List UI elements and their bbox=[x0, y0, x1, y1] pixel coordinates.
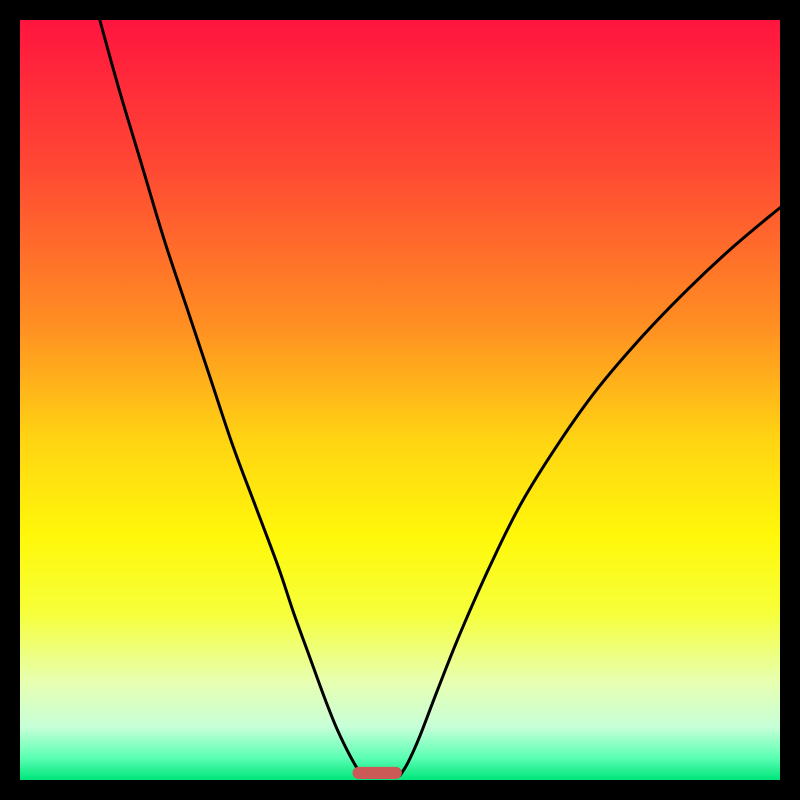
chart-gradient-background bbox=[20, 20, 780, 780]
bottleneck-chart bbox=[20, 20, 780, 780]
chart-frame: TheBottleneck.com bbox=[20, 20, 780, 780]
baseline-marker bbox=[353, 767, 402, 779]
